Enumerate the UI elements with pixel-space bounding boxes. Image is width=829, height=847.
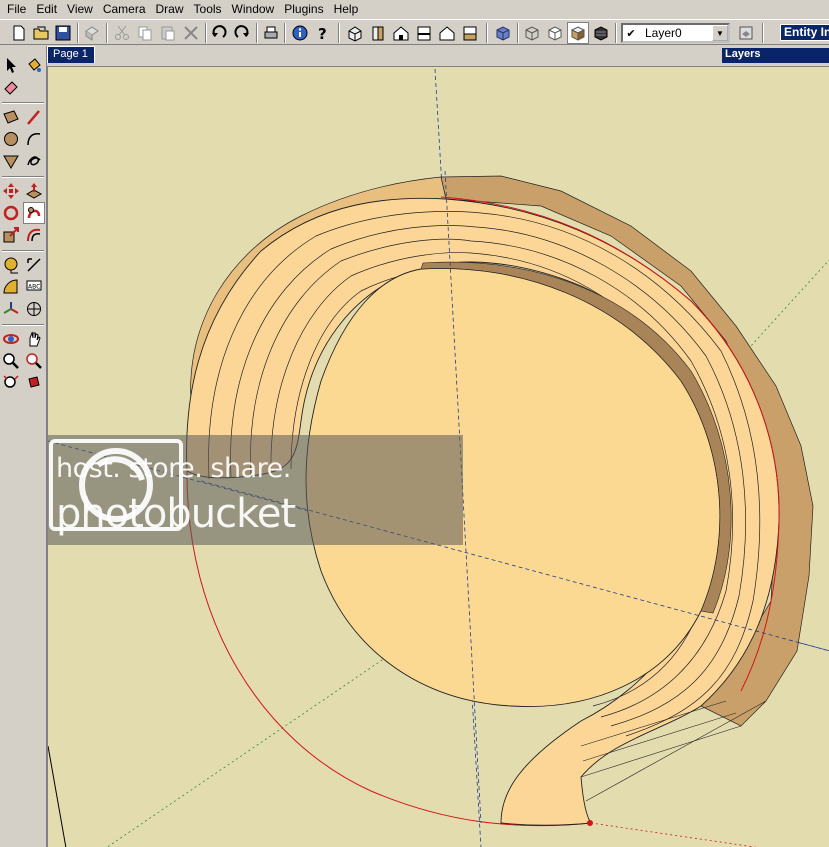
zoom-icon[interactable] bbox=[0, 350, 22, 372]
main-toolbar: ? ✔ Layer0 ▼ Entity Inf bbox=[0, 19, 829, 45]
move-icon[interactable] bbox=[0, 180, 22, 202]
menu-edit[interactable]: Edit bbox=[31, 0, 62, 18]
layer-visible-check: ✔ bbox=[626, 27, 636, 40]
orbit-icon[interactable] bbox=[0, 328, 22, 350]
print-icon[interactable] bbox=[260, 22, 282, 44]
shaded-textures-icon[interactable] bbox=[590, 22, 612, 44]
shaded-icon[interactable] bbox=[567, 22, 589, 44]
redo-icon[interactable] bbox=[231, 22, 253, 44]
layers-panel-title[interactable]: Layers bbox=[722, 48, 829, 63]
new-icon[interactable] bbox=[8, 22, 30, 44]
copy-icon[interactable] bbox=[134, 22, 156, 44]
line-icon[interactable] bbox=[23, 106, 45, 128]
left-view-icon[interactable] bbox=[459, 22, 481, 44]
layer-select[interactable]: ✔ Layer0 ▼ bbox=[621, 23, 730, 43]
pan-icon[interactable] bbox=[23, 328, 45, 350]
offset-icon[interactable] bbox=[23, 224, 45, 246]
erase-icon[interactable] bbox=[180, 22, 202, 44]
follow-me-icon[interactable] bbox=[23, 202, 45, 224]
cut-icon[interactable] bbox=[111, 22, 133, 44]
previous-view-icon[interactable] bbox=[23, 372, 45, 394]
hidden-line-icon[interactable] bbox=[544, 22, 566, 44]
camera-logo-icon bbox=[49, 439, 183, 531]
rectangle-icon[interactable] bbox=[0, 106, 22, 128]
text-icon[interactable]: ABC bbox=[23, 276, 45, 298]
right-view-icon[interactable] bbox=[413, 22, 435, 44]
menu-bar: File Edit View Camera Draw Tools Window … bbox=[0, 0, 829, 18]
xray-icon[interactable] bbox=[492, 22, 514, 44]
zoom-window-icon[interactable] bbox=[23, 350, 45, 372]
tape-measure-icon[interactable] bbox=[0, 254, 22, 276]
polygon-icon[interactable] bbox=[0, 150, 22, 172]
entity-info-button[interactable]: Entity Inf bbox=[780, 24, 829, 41]
axes-icon[interactable] bbox=[0, 298, 22, 320]
top-view-icon[interactable] bbox=[367, 22, 389, 44]
push-pull-icon[interactable] bbox=[23, 180, 45, 202]
menu-camera[interactable]: Camera bbox=[98, 0, 151, 18]
menu-plugins[interactable]: Plugins bbox=[279, 0, 328, 18]
freehand-icon[interactable] bbox=[23, 150, 45, 172]
tab-page-1[interactable]: Page 1 bbox=[47, 46, 95, 63]
dimension-icon[interactable] bbox=[23, 254, 45, 276]
back-view-icon[interactable] bbox=[436, 22, 458, 44]
svg-text:ABC: ABC bbox=[28, 284, 40, 291]
arc-icon[interactable] bbox=[23, 128, 45, 150]
wireframe-icon[interactable] bbox=[521, 22, 543, 44]
protractor-icon[interactable] bbox=[0, 276, 22, 298]
model-info-icon[interactable] bbox=[289, 22, 311, 44]
rotate-icon[interactable] bbox=[0, 202, 22, 224]
circle-icon[interactable] bbox=[0, 128, 22, 150]
scale-icon[interactable] bbox=[0, 224, 22, 246]
svg-text:?: ? bbox=[318, 25, 327, 42]
help-icon[interactable]: ? bbox=[312, 22, 334, 44]
layer-select-value: Layer0 bbox=[645, 26, 682, 40]
left-toolbar: ABC bbox=[0, 46, 47, 847]
save-icon[interactable] bbox=[52, 22, 74, 44]
layer-manager-icon[interactable] bbox=[735, 22, 757, 44]
undo-icon[interactable] bbox=[208, 22, 230, 44]
front-view-icon[interactable] bbox=[390, 22, 412, 44]
paint-bucket-icon[interactable] bbox=[23, 54, 45, 76]
make-component-icon[interactable] bbox=[81, 22, 103, 44]
paste-icon[interactable] bbox=[157, 22, 179, 44]
menu-help[interactable]: Help bbox=[329, 0, 364, 18]
3d-text-icon[interactable] bbox=[23, 298, 45, 320]
menu-file[interactable]: File bbox=[2, 0, 31, 18]
menu-view[interactable]: View bbox=[62, 0, 98, 18]
select-icon[interactable] bbox=[0, 54, 22, 76]
menu-window[interactable]: Window bbox=[227, 0, 280, 18]
open-icon[interactable] bbox=[30, 22, 52, 44]
photobucket-watermark: host. store. share. photobucket bbox=[48, 435, 463, 545]
eraser-icon[interactable] bbox=[0, 76, 22, 98]
iso-view-icon[interactable] bbox=[344, 22, 366, 44]
drawing-viewport[interactable]: host. store. share. photobucket bbox=[47, 66, 829, 847]
zoom-extents-icon[interactable] bbox=[0, 372, 22, 394]
chevron-down-icon[interactable]: ▼ bbox=[712, 25, 728, 41]
menu-draw[interactable]: Draw bbox=[151, 0, 189, 18]
menu-tools[interactable]: Tools bbox=[189, 0, 227, 18]
scene-tabs-bar: Page 1 Layers bbox=[0, 46, 829, 66]
